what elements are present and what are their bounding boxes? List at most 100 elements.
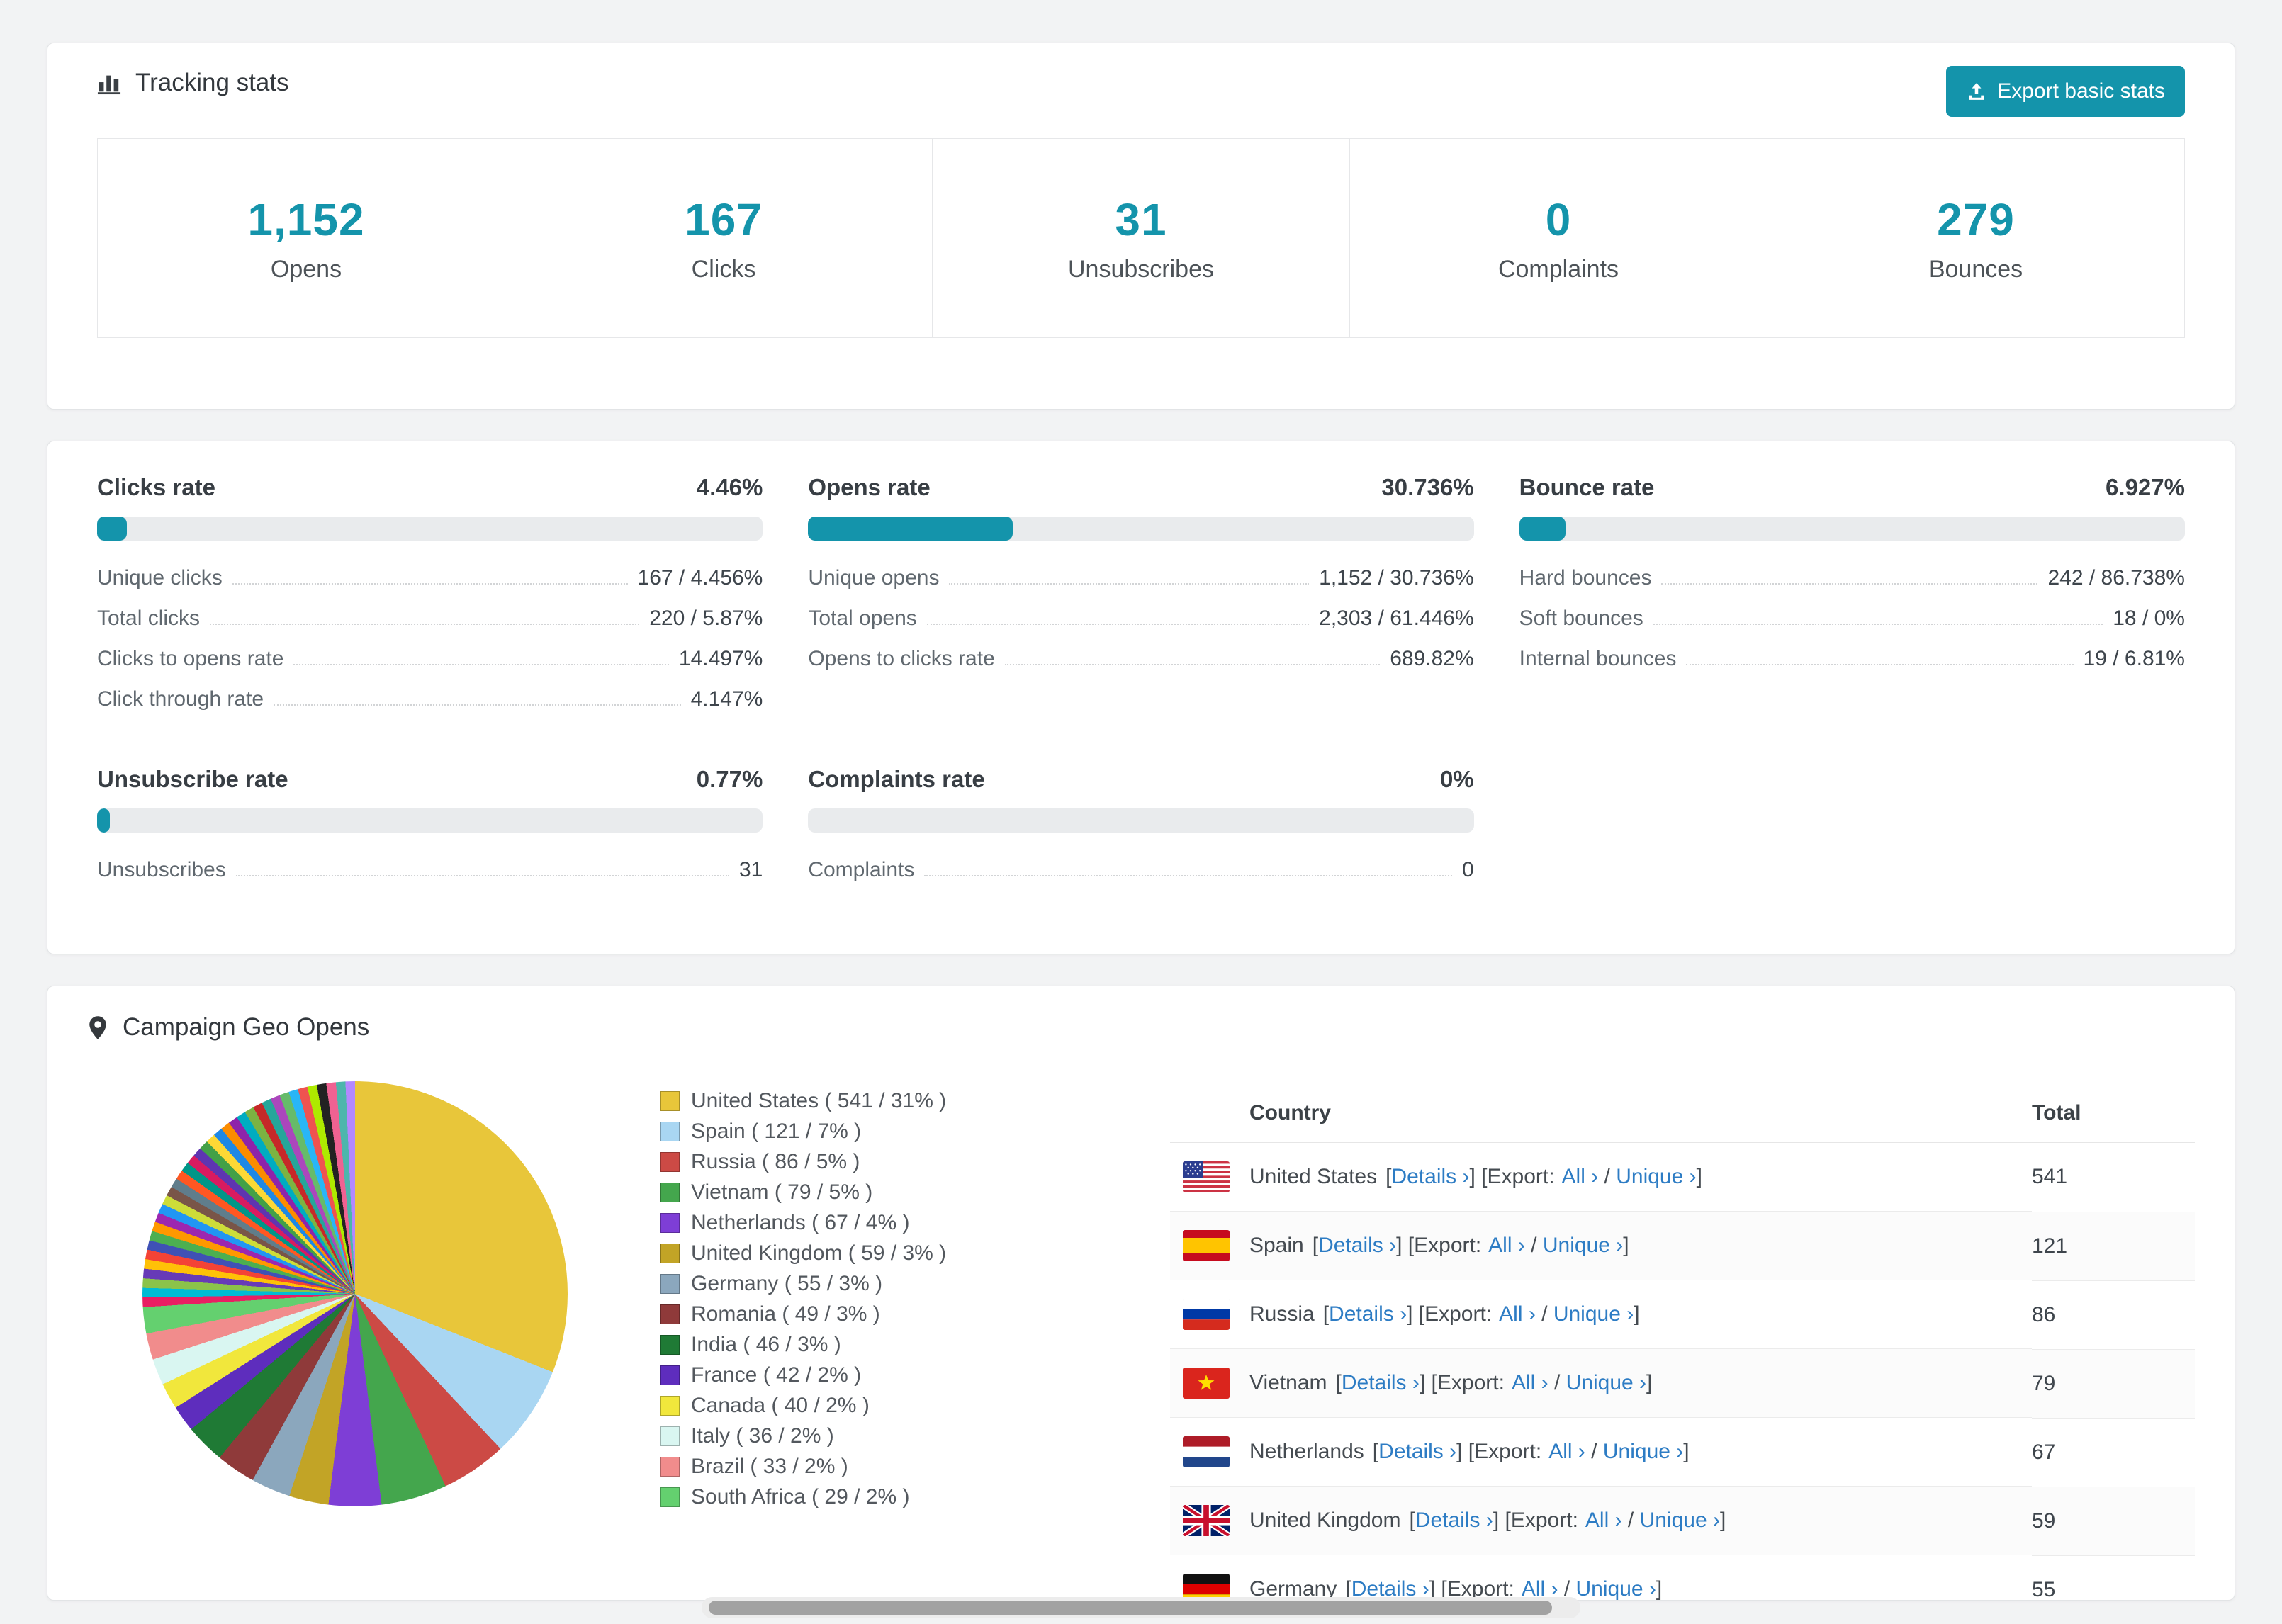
rate-row-label: Hard bounces xyxy=(1519,565,1652,590)
rate-rows: Hard bounces 242 / 86.738% Soft bounces … xyxy=(1519,558,2185,679)
table-row: Russia [Details ›] [Export: All › / Uniqu… xyxy=(1170,1280,2195,1350)
export-label: Export: xyxy=(1437,1371,1505,1394)
rate-title: Complaints rate xyxy=(808,766,985,792)
legend-swatch xyxy=(660,1334,680,1355)
export-all-link[interactable]: All › xyxy=(1488,1234,1525,1258)
export-label: Export: xyxy=(1424,1302,1493,1326)
horizontal-scrollbar-track[interactable] xyxy=(702,1597,1580,1618)
separator: / xyxy=(1585,1440,1603,1463)
bracket: [ xyxy=(1372,1440,1379,1463)
legend-item[interactable]: Canada ( 40 / 2% ) xyxy=(660,1390,1128,1421)
export-basic-stats-button[interactable]: Export basic stats xyxy=(1946,66,2185,117)
table-row: United States [Details ›] [Export: All › … xyxy=(1170,1142,2195,1212)
progress-bar xyxy=(97,808,763,833)
legend-item[interactable]: Russia ( 86 / 5% ) xyxy=(660,1146,1128,1177)
dotted-leader xyxy=(1004,663,1381,665)
export-unique-link[interactable]: Unique › xyxy=(1576,1577,1656,1600)
bracket: ] [ xyxy=(1456,1440,1475,1463)
legend-label: Germany ( 55 / 3% ) xyxy=(691,1271,883,1295)
stat-box: 1,152 Opens xyxy=(97,138,515,338)
rate-row-value: 14.497% xyxy=(678,646,763,670)
rate-section: Complaints rate 0% Complaints 0 xyxy=(808,766,1474,890)
geo-card-header: Campaign Geo Opens xyxy=(87,1013,2195,1042)
stat-value: 279 xyxy=(1937,193,2015,245)
rate-header: Clicks rate 4.46% xyxy=(97,474,763,501)
bracket: [ xyxy=(1409,1509,1415,1532)
legend-item[interactable]: Germany ( 55 / 3% ) xyxy=(660,1268,1128,1299)
map-pin-icon xyxy=(87,1015,108,1041)
export-all-link[interactable]: All › xyxy=(1512,1371,1548,1395)
legend-item[interactable]: Vietnam ( 79 / 5% ) xyxy=(660,1177,1128,1207)
bracket: ] xyxy=(1720,1509,1726,1532)
country-name: United Kingdom xyxy=(1249,1509,1401,1532)
legend-item[interactable]: South Africa ( 29 / 2% ) xyxy=(660,1482,1128,1512)
bracket: ] [ xyxy=(1407,1302,1425,1326)
rate-row: Hard bounces 242 / 86.738% xyxy=(1519,558,2185,598)
details-link[interactable]: Details › xyxy=(1318,1234,1396,1258)
country-total: 86 xyxy=(2032,1280,2195,1350)
rates-grid: Clicks rate 4.46% Unique clicks 167 / 4.… xyxy=(97,474,2185,890)
rate-row: Unique clicks 167 / 4.456% xyxy=(97,558,763,598)
export-unique-link[interactable]: Unique › xyxy=(1640,1509,1720,1533)
rate-row-value: 167 / 4.456% xyxy=(637,565,763,590)
legend-item[interactable]: United Kingdom ( 59 / 3% ) xyxy=(660,1238,1128,1268)
rate-row-value: 18 / 0% xyxy=(2113,606,2185,630)
export-all-link[interactable]: All › xyxy=(1562,1165,1599,1189)
legend-item[interactable]: Brazil ( 33 / 2% ) xyxy=(660,1451,1128,1482)
legend-item[interactable]: Romania ( 49 / 3% ) xyxy=(660,1299,1128,1329)
rate-row-label: Unique clicks xyxy=(97,565,223,590)
country-column-header: Country xyxy=(1170,1081,2032,1143)
legend-item[interactable]: Netherlands ( 67 / 4% ) xyxy=(660,1207,1128,1238)
export-unique-link[interactable]: Unique › xyxy=(1616,1165,1696,1189)
export-unique-link[interactable]: Unique › xyxy=(1566,1371,1646,1395)
details-link[interactable]: Details › xyxy=(1378,1440,1456,1464)
rate-row: Click through rate 4.147% xyxy=(97,679,763,719)
export-unique-link[interactable]: Unique › xyxy=(1543,1234,1623,1258)
stat-value: 1,152 xyxy=(247,193,365,245)
country-flag-icon xyxy=(1183,1505,1230,1536)
legend-swatch xyxy=(660,1273,680,1294)
bar-chart-icon xyxy=(97,71,121,95)
rate-row-label: Total opens xyxy=(808,606,917,630)
country-name: Netherlands xyxy=(1249,1440,1364,1463)
rate-section: Unsubscribe rate 0.77% Unsubscribes 31 xyxy=(97,766,763,890)
legend-swatch xyxy=(660,1182,680,1202)
legend-item[interactable]: United States ( 541 / 31% ) xyxy=(660,1086,1128,1116)
stat-label: Complaints xyxy=(1497,255,1619,283)
export-button-label: Export basic stats xyxy=(1997,79,2165,103)
dotted-leader xyxy=(210,623,640,625)
rate-rows: Unsubscribes 31 xyxy=(97,850,763,890)
dotted-leader xyxy=(1686,663,2074,665)
rate-row-label: Unique opens xyxy=(808,565,940,590)
details-link[interactable]: Details › xyxy=(1415,1509,1493,1533)
legend-label: India ( 46 / 3% ) xyxy=(691,1332,841,1356)
export-all-link[interactable]: All › xyxy=(1499,1302,1536,1326)
rate-value: 0.77% xyxy=(696,766,763,792)
legend-item[interactable]: France ( 42 / 2% ) xyxy=(660,1360,1128,1390)
export-unique-link[interactable]: Unique › xyxy=(1603,1440,1683,1464)
geo-table: Country Total United States [Details ›] … xyxy=(1170,1081,2195,1601)
page: Tracking stats Export basic stats 1,152 … xyxy=(0,0,2282,1601)
country-total: 121 xyxy=(2032,1212,2195,1281)
bracket: ] [ xyxy=(1396,1234,1415,1257)
bracket: ] xyxy=(1656,1577,1663,1601)
legend-item[interactable]: Italy ( 36 / 2% ) xyxy=(660,1421,1128,1451)
export-all-link[interactable]: All › xyxy=(1548,1440,1585,1464)
export-unique-link[interactable]: Unique › xyxy=(1553,1302,1634,1326)
legend-item[interactable]: India ( 46 / 3% ) xyxy=(660,1329,1128,1360)
rate-row-label: Clicks to opens rate xyxy=(97,646,284,670)
table-row: Germany [Details ›] [Export: All › / Uniq… xyxy=(1170,1555,2195,1601)
horizontal-scrollbar-thumb[interactable] xyxy=(709,1601,1552,1615)
progress-bar xyxy=(808,517,1474,541)
details-link[interactable]: Details › xyxy=(1342,1371,1420,1395)
export-label: Export: xyxy=(1414,1234,1482,1257)
country-total: 541 xyxy=(2032,1142,2195,1212)
bracket: ] xyxy=(1646,1371,1653,1394)
export-all-link[interactable]: All › xyxy=(1585,1509,1622,1533)
rate-section: Bounce rate 6.927% Hard bounces 242 / 86… xyxy=(1519,474,2185,719)
details-link[interactable]: Details › xyxy=(1329,1302,1407,1326)
legend-item[interactable]: Spain ( 121 / 7% ) xyxy=(660,1116,1128,1146)
geo-content: United States ( 541 / 31% ) Spain ( 121 … xyxy=(87,1081,2195,1601)
stat-value: 0 xyxy=(1545,193,1572,245)
details-link[interactable]: Details › xyxy=(1391,1165,1469,1189)
